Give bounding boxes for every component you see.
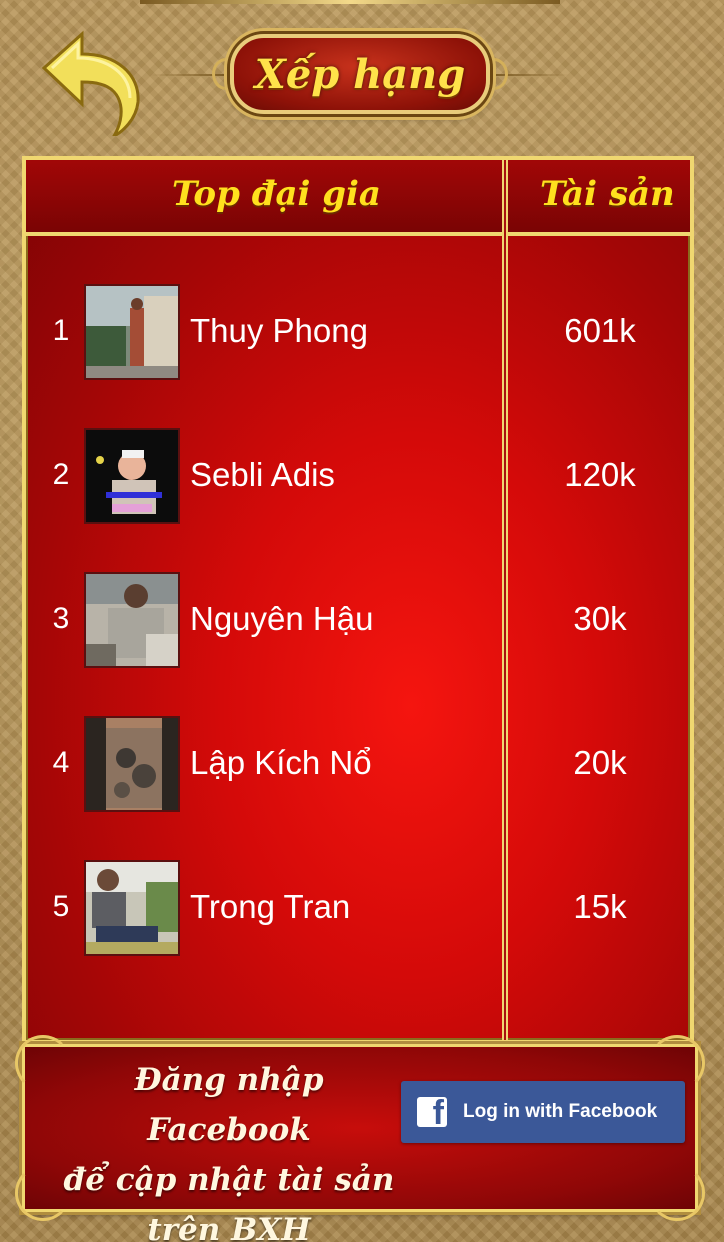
login-message-line: để cập nhật tài sản	[63, 1162, 395, 1198]
leaderboard-board: Top đại gia Tài sản 1 Thuy Phong 601k 2	[22, 156, 694, 1044]
facebook-login-button[interactable]: f Log in with Facebook	[401, 1081, 685, 1143]
back-arrow-icon	[41, 30, 140, 140]
player-name: Thuy Phong	[190, 312, 368, 349]
column-header-assets: Tài sản	[540, 174, 675, 214]
facebook-login-label: Log in with Facebook	[463, 1101, 658, 1122]
top-decor-strip	[140, 0, 560, 4]
player-assets: 601k	[564, 312, 636, 349]
rank-number: 3	[52, 602, 70, 635]
leaderboard-row[interactable]: 4 Lập Kích Nổ 20k	[26, 716, 690, 816]
login-message-line: trên BXH	[147, 1212, 311, 1242]
player-assets: 120k	[564, 456, 636, 493]
title-plaque: Xếp hạng	[230, 34, 490, 114]
player-name: Nguyên Hậu	[190, 600, 374, 637]
player-name: Trong Tran	[190, 888, 351, 925]
avatar	[84, 860, 180, 956]
column-header-player: Top đại gia	[172, 174, 381, 214]
rank-number: 2	[52, 458, 70, 491]
leaderboard-row[interactable]: 3 Nguyên Hậu 30k	[26, 572, 690, 672]
avatar	[84, 572, 180, 668]
player-assets: 15k	[573, 888, 627, 925]
player-name: Sebli Adis	[190, 456, 335, 493]
rank-number: 1	[52, 314, 70, 347]
leaderboard-row[interactable]: 2 Sebli Adis 120k	[26, 428, 690, 528]
login-message-line: Đăng nhập Facebook	[134, 1062, 324, 1148]
facebook-icon: f	[417, 1097, 447, 1127]
player-assets: 30k	[573, 600, 627, 637]
rank-number: 5	[52, 890, 70, 923]
leaderboard-row[interactable]: 1 Thuy Phong 601k	[26, 284, 690, 384]
leaderboard-row[interactable]: 5 Trong Tran 15k	[26, 860, 690, 960]
facebook-login-panel: Đăng nhập Facebook để cập nhật tài sản t…	[15, 1035, 705, 1242]
title-plaque-group: Xếp hạng	[150, 30, 570, 118]
back-button[interactable]	[36, 24, 148, 140]
login-message: Đăng nhập Facebook để cập nhật tài sản t…	[49, 1055, 409, 1242]
corner-ornament-icon	[649, 1165, 705, 1221]
page-title: Xếp hạng	[254, 50, 466, 98]
avatar	[84, 284, 180, 380]
player-assets: 20k	[573, 744, 627, 781]
avatar	[84, 716, 180, 812]
avatar	[84, 428, 180, 524]
player-name: Lập Kích Nổ	[190, 744, 372, 781]
rank-number: 4	[52, 746, 70, 779]
